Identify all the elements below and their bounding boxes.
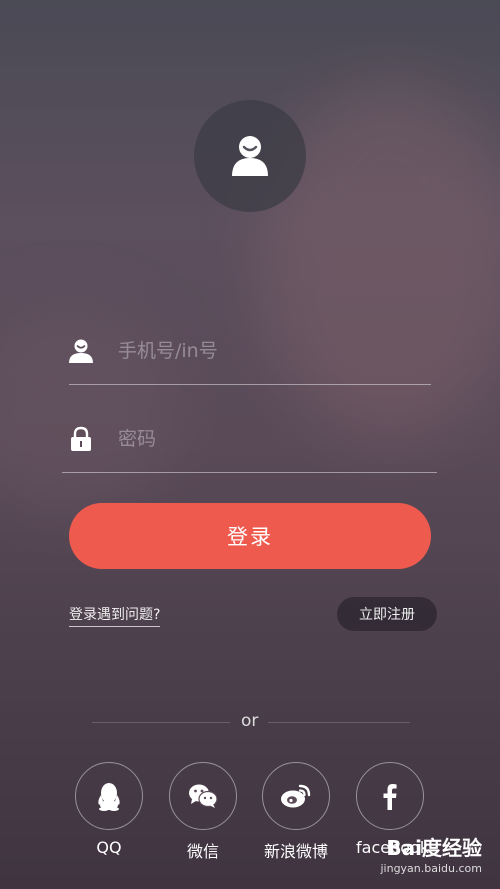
- user-icon: [69, 339, 93, 363]
- phone-input[interactable]: [116, 334, 420, 368]
- divider-line-left: [92, 722, 230, 723]
- social-label: QQ: [96, 838, 122, 857]
- user-icon: [232, 136, 268, 176]
- social-label: 微信: [186, 842, 219, 861]
- password-underline: [62, 472, 437, 473]
- weibo-icon: [281, 784, 311, 808]
- baidu-watermark-url: jingyan.baidu.com: [380, 862, 482, 875]
- social-login-qq[interactable]: QQ: [75, 762, 143, 857]
- social-login-weibo[interactable]: 新浪微博: [262, 762, 330, 862]
- wechat-icon: [189, 784, 218, 808]
- lock-icon: [71, 426, 91, 451]
- facebook-icon: [383, 784, 397, 810]
- password-field-row: [68, 408, 430, 468]
- register-button[interactable]: 立即注册: [337, 597, 437, 631]
- avatar: [194, 100, 306, 212]
- phone-underline: [69, 384, 431, 385]
- divider-line-right: [268, 722, 410, 723]
- password-input[interactable]: [116, 422, 420, 456]
- phone-field-row: [68, 320, 430, 380]
- qq-icon: [98, 783, 120, 811]
- social-login-wechat[interactable]: 微信: [169, 762, 237, 862]
- login-button[interactable]: 登录: [69, 503, 431, 569]
- social-icon-circle[interactable]: [169, 762, 237, 830]
- social-icon-circle[interactable]: [356, 762, 424, 830]
- social-icon-circle[interactable]: [262, 762, 330, 830]
- baidu-watermark: Bai度经验: [386, 836, 482, 860]
- divider-text: or: [241, 711, 259, 731]
- social-label: 新浪微博: [263, 842, 328, 861]
- social-icon-circle[interactable]: [75, 762, 143, 830]
- login-problem-link[interactable]: 登录遇到问题?: [69, 604, 161, 627]
